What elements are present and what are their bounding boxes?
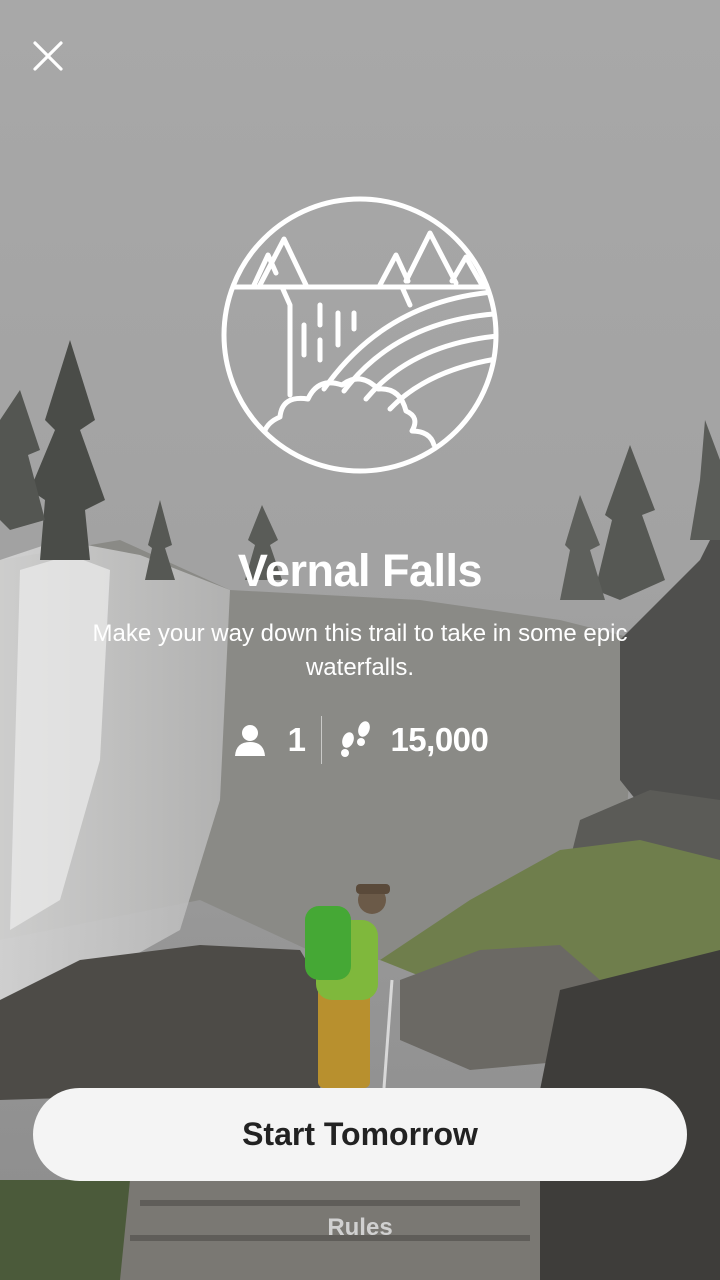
participants-stat: 1 bbox=[232, 721, 306, 759]
challenge-title: Vernal Falls bbox=[237, 545, 483, 596]
person-icon bbox=[234, 725, 265, 756]
steps-goal: 15,000 bbox=[390, 721, 489, 758]
close-button[interactable] bbox=[22, 30, 74, 82]
challenge-description: Make your way down this trail to take in… bbox=[92, 620, 628, 681]
steps-stat: 15,000 bbox=[338, 720, 489, 760]
challenge-stats: 1 15,000 bbox=[0, 712, 720, 768]
stats-divider bbox=[321, 716, 323, 764]
start-button-label: Start Tomorrow bbox=[242, 1116, 478, 1152]
footsteps-icon bbox=[341, 721, 371, 757]
participants-count: 1 bbox=[287, 721, 306, 758]
challenge-detail-screen: Vernal Falls Make your way down this tra… bbox=[0, 0, 720, 1280]
rules-link[interactable]: Rules bbox=[0, 1214, 720, 1242]
start-tomorrow-button[interactable]: Start Tomorrow bbox=[33, 1088, 687, 1181]
waterfall-badge-icon bbox=[221, 196, 499, 474]
close-icon bbox=[33, 41, 63, 71]
